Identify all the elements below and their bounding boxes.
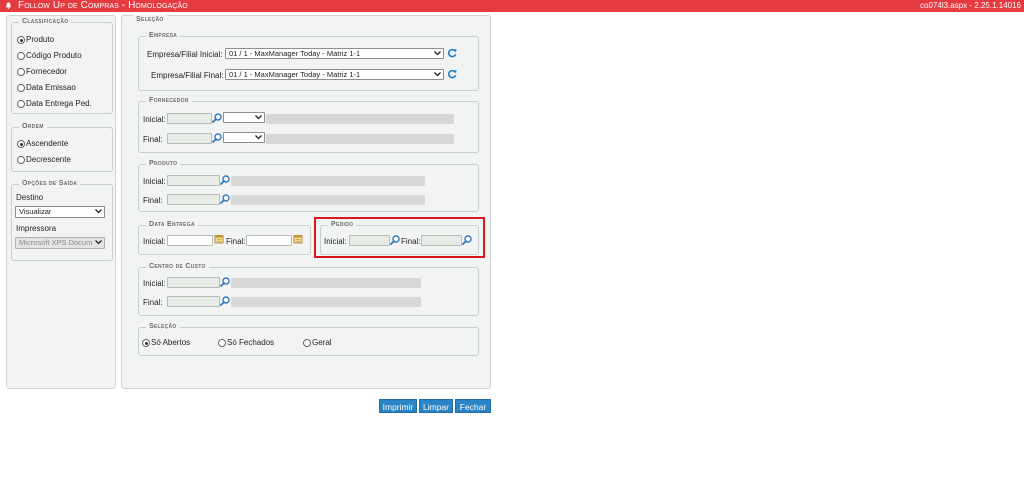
refresh-icon[interactable]: [447, 48, 457, 58]
radio-dot: [218, 339, 226, 347]
selecao-legend: Seleção: [146, 322, 180, 332]
radio-dot: [17, 156, 25, 164]
selecao-panel-legend: Seleção: [133, 15, 167, 25]
chevron-down-icon: [434, 51, 441, 56]
fornecedor-final-select[interactable]: [223, 132, 265, 143]
fechar-button[interactable]: Fechar: [455, 399, 491, 413]
destino-select[interactable]: Visualizar: [15, 206, 105, 218]
empresa-inicial-select[interactable]: 01 / 1 - MaxManager Today - Matriz 1-1: [225, 48, 444, 59]
radio-dot: [142, 339, 150, 347]
page-version: co074l3.aspx - 2.25.1.14016: [920, 1, 1021, 10]
title-bar: Follow Up de Compras - Homologação co074…: [0, 0, 1024, 12]
centro-custo-inicial-label: Inicial:: [143, 279, 166, 288]
centro-custo-final-input[interactable]: [167, 296, 220, 307]
impressora-label: Impressora: [16, 224, 57, 233]
fornecedor-group: Fornecedor: [138, 96, 479, 153]
chevron-down-icon: [95, 240, 102, 245]
empresa-inicial-label: Empresa/Filial Inicial:: [147, 50, 223, 59]
radio-geral[interactable]: Geral: [303, 338, 332, 348]
fornecedor-inicial-input[interactable]: [167, 113, 212, 124]
radio-dot: [17, 100, 25, 108]
empresa-group: Empresa: [138, 31, 479, 91]
classificacao-legend: Classificação: [19, 17, 72, 27]
data-entrega-inicial-label: Inicial:: [143, 237, 166, 246]
search-icon[interactable]: [220, 296, 230, 306]
radio-decrescente[interactable]: Decrescente: [17, 155, 71, 165]
ordem-group: Ordem: [11, 122, 113, 172]
produto-legend: Produto: [146, 159, 181, 169]
saida-legend: Opções de Saída: [19, 179, 81, 189]
pedido-highlight-box: [314, 217, 485, 258]
search-icon[interactable]: [220, 175, 230, 185]
limpar-button[interactable]: Limpar: [419, 399, 453, 413]
radio-dot: [17, 68, 25, 76]
bell-icon: [5, 2, 12, 9]
radio-dot: [17, 36, 25, 44]
chevron-down-icon: [255, 135, 262, 140]
empresa-legend: Empresa: [146, 31, 181, 41]
fornecedor-inicial-label: Inicial:: [143, 115, 166, 124]
search-icon[interactable]: [212, 113, 222, 123]
ordem-legend: Ordem: [19, 122, 47, 132]
produto-inicial-label: Inicial:: [143, 177, 166, 186]
radio-codigo-produto[interactable]: Código Produto: [17, 51, 82, 61]
centro-custo-inicial-input[interactable]: [167, 277, 220, 288]
radio-produto[interactable]: Produto: [17, 35, 54, 45]
produto-inicial-name: [231, 176, 425, 186]
search-icon[interactable]: [220, 194, 230, 204]
produto-final-name: [231, 195, 425, 205]
fornecedor-final-input[interactable]: [167, 133, 212, 144]
fornecedor-inicial-name: [266, 114, 454, 124]
search-icon[interactable]: [220, 277, 230, 287]
empresa-final-select[interactable]: 01 / 1 - MaxManager Today - Matriz 1-1: [225, 69, 444, 80]
centro-custo-final-label: Final:: [143, 298, 163, 307]
calendar-icon[interactable]: [293, 234, 303, 244]
imprimir-button[interactable]: Imprimir: [379, 399, 417, 413]
empresa-final-label: Empresa/Filial Final:: [151, 71, 224, 80]
radio-fornecedor[interactable]: Fornecedor: [17, 67, 67, 77]
radio-data-emissao[interactable]: Data Emissao: [17, 83, 76, 93]
data-entrega-inicial-input[interactable]: [167, 235, 213, 246]
chevron-down-icon: [95, 209, 102, 214]
radio-dot: [17, 52, 25, 60]
calendar-icon[interactable]: [214, 234, 224, 244]
radio-dot: [17, 140, 25, 148]
impressora-select: Microsoft XPS Docum: [15, 237, 105, 249]
chevron-down-icon: [255, 115, 262, 120]
fornecedor-legend: Fornecedor: [146, 96, 192, 106]
centro-custo-final-name: [231, 297, 421, 307]
data-entrega-final-label: Final:: [226, 237, 246, 246]
search-icon[interactable]: [212, 133, 222, 143]
fornecedor-inicial-select[interactable]: [223, 112, 265, 123]
chevron-down-icon: [434, 72, 441, 77]
fornecedor-final-label: Final:: [143, 135, 163, 144]
radio-ascendente[interactable]: Ascendente: [17, 139, 68, 149]
radio-data-entrega-ped[interactable]: Data Entrega Ped.: [17, 99, 92, 109]
produto-final-input[interactable]: [167, 194, 220, 205]
page-title: Follow Up de Compras - Homologação: [18, 0, 188, 11]
produto-final-label: Final:: [143, 196, 163, 205]
centro-custo-inicial-name: [231, 278, 421, 288]
centro-custo-legend: Centro de Custo: [146, 262, 209, 272]
radio-dot: [303, 339, 311, 347]
radio-so-abertos[interactable]: Só Abertos: [142, 338, 190, 348]
data-entrega-final-input[interactable]: [246, 235, 292, 246]
radio-so-fechados[interactable]: Só Fechados: [218, 338, 274, 348]
produto-inicial-input[interactable]: [167, 175, 220, 186]
fornecedor-final-name: [266, 134, 454, 144]
refresh-icon[interactable]: [447, 69, 457, 79]
destino-label: Destino: [16, 193, 44, 202]
radio-dot: [17, 84, 25, 92]
data-entrega-legend: Data Entrega: [146, 220, 198, 230]
centro-custo-group: Centro de Custo: [138, 262, 479, 316]
